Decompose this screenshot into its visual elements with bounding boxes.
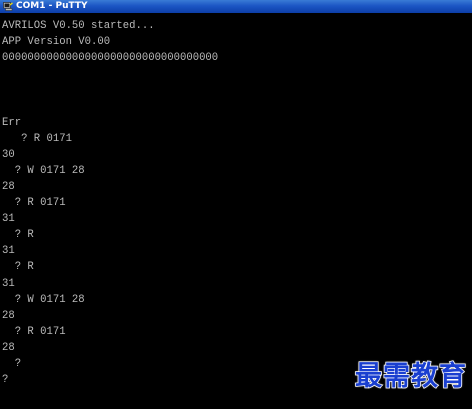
terminal-line: 31 (2, 213, 15, 226)
putty-window: COM1 - PuTTY AVRILOS V0.50 started... APP… (0, 0, 472, 409)
terminal-line: ? W 0171 28 (2, 293, 85, 306)
terminal-line: ? R (2, 261, 34, 274)
title-bar[interactable]: COM1 - PuTTY (0, 0, 472, 13)
terminal-line: ? R (2, 229, 34, 242)
terminal-line: ? R 0171 (2, 197, 66, 210)
terminal-output: AVRILOS V0.50 started... APP Version V0.0… (0, 13, 472, 388)
terminal-line: AVRILOS V0.50 started... (2, 20, 155, 32)
terminal-line: APP Version V0.00 (2, 36, 111, 49)
terminal-line: 31 (2, 277, 15, 290)
terminal-line: ? R 0171 (2, 132, 72, 145)
putty-terminal-icon (3, 2, 13, 11)
terminal-screen[interactable]: AVRILOS V0.50 started... APP Version V0.0… (0, 13, 472, 409)
window-title: COM1 - PuTTY (16, 1, 88, 11)
terminal-line: 28 (2, 309, 15, 322)
terminal-line: Err (2, 116, 22, 129)
terminal-line: 28 (2, 180, 15, 193)
terminal-line: ? W 0171 28 (2, 164, 85, 177)
watermark-logo: 最需教育 (354, 360, 467, 393)
terminal-line: ? R 0171 (2, 325, 66, 338)
terminal-line: 30 (2, 148, 15, 161)
terminal-line: 0000000000000000000000000000000000 (2, 52, 219, 65)
terminal-line: 31 (2, 245, 15, 258)
